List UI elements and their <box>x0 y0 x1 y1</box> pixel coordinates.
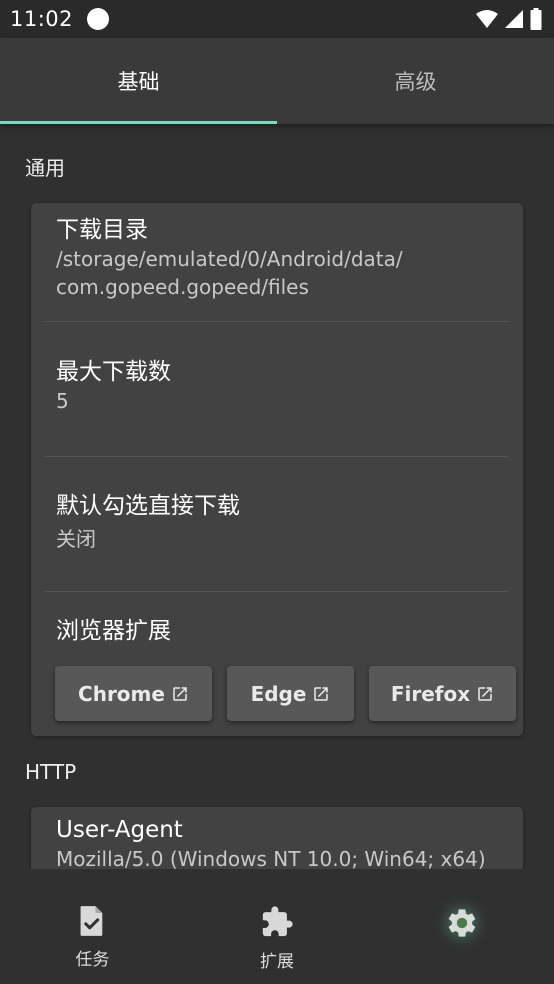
setting-browser-extension: 浏览器扩展 <box>56 616 513 646</box>
puzzle-icon <box>262 906 293 937</box>
nav-extensions[interactable]: 扩展 <box>185 869 370 984</box>
app-screen: 11:02 基础 高级 通用 下载目录 /storage/emulated/0/… <box>0 0 554 984</box>
http-settings-card: User-Agent Mozilla/5.0 (Windows NT 10.0;… <box>31 807 523 869</box>
divider <box>45 456 509 457</box>
status-time: 11:02 <box>10 7 74 31</box>
user-agent-value: Mozilla/5.0 (Windows NT 10.0; Win64; x64… <box>56 847 486 869</box>
status-icons <box>476 8 542 30</box>
settings-content[interactable]: 通用 下载目录 /storage/emulated/0/Android/data… <box>0 124 554 869</box>
nav-tasks[interactable]: 任务 <box>0 869 185 984</box>
notification-dot-icon <box>87 8 110 30</box>
max-downloads-label: 最大下载数 <box>56 359 171 385</box>
user-agent-label: User-Agent <box>56 817 183 843</box>
nav-settings[interactable] <box>369 869 554 984</box>
task-check-icon <box>80 906 103 936</box>
tab-advanced[interactable]: 高级 <box>277 38 554 124</box>
tab-basic[interactable]: 基础 <box>0 38 277 124</box>
chrome-button-label: Chrome <box>78 681 165 706</box>
edge-extension-button[interactable]: Edge <box>227 666 354 721</box>
nav-tasks-label: 任务 <box>75 950 110 970</box>
cellular-signal-icon <box>505 10 523 28</box>
gear-icon <box>448 909 475 937</box>
download-dir-value-line2: com.gopeed.gopeed/files <box>56 275 309 299</box>
browser-extension-label: 浏览器扩展 <box>56 618 171 644</box>
setting-user-agent[interactable]: User-Agent Mozilla/5.0 (Windows NT 10.0;… <box>56 815 513 869</box>
open-in-new-icon <box>173 686 187 701</box>
section-title-general: 通用 <box>25 156 65 180</box>
tab-basic-label: 基础 <box>117 70 160 94</box>
firefox-extension-button[interactable]: Firefox <box>369 666 516 721</box>
setting-max-downloads[interactable]: 最大下载数 5 <box>56 357 513 415</box>
open-in-new-icon <box>314 686 329 701</box>
divider <box>45 591 509 592</box>
download-dir-label: 下载目录 <box>56 217 148 243</box>
setting-auto-select-direct-download[interactable]: 默认勾选直接下载 关闭 <box>56 491 513 553</box>
status-bar: 11:02 <box>0 0 554 38</box>
open-in-new-icon <box>478 686 492 701</box>
bottom-navigation: 任务 扩展 <box>0 869 554 984</box>
download-dir-value-line1: /storage/emulated/0/Android/data/ <box>56 247 403 271</box>
chrome-extension-button[interactable]: Chrome <box>55 666 212 721</box>
edge-button-label: Edge <box>250 681 307 706</box>
tab-advanced-label: 高级 <box>394 70 437 94</box>
firefox-button-label: Firefox <box>390 681 471 706</box>
auto-select-value: 关闭 <box>56 527 96 551</box>
settings-tabbar: 基础 高级 <box>0 38 554 124</box>
divider <box>45 321 509 322</box>
section-title-http: HTTP <box>25 760 77 784</box>
auto-select-label: 默认勾选直接下载 <box>56 493 240 519</box>
setting-download-dir[interactable]: 下载目录 /storage/emulated/0/Android/data/ c… <box>56 215 513 301</box>
battery-icon <box>530 8 542 30</box>
nav-extensions-label: 扩展 <box>260 952 294 972</box>
max-downloads-value: 5 <box>56 389 69 413</box>
general-settings-card: 下载目录 /storage/emulated/0/Android/data/ c… <box>31 203 523 736</box>
wifi-icon <box>476 10 498 28</box>
